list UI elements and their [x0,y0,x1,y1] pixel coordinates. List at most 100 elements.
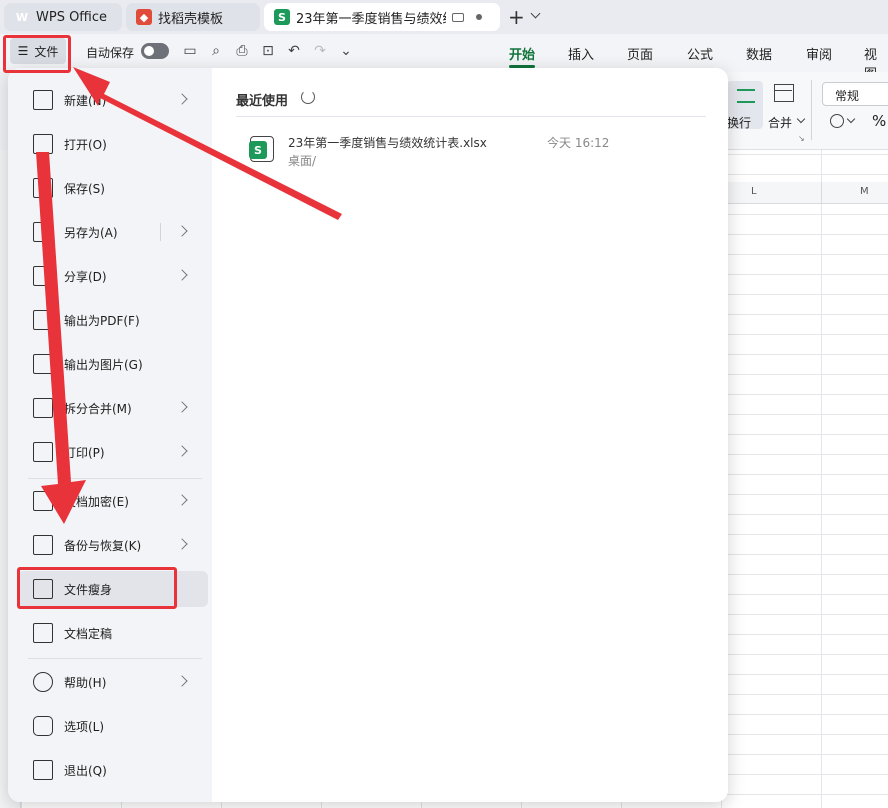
menu-item-label: 文档定稿 [64,627,113,641]
wrap-text-button[interactable]: 换行 [727,81,763,130]
export-icon[interactable]: ⌕ [207,42,225,60]
refresh-icon[interactable] [301,90,315,104]
menu-item-label: 备份与恢复(K) [64,539,142,553]
share-icon [33,266,53,286]
print-icon [33,442,53,462]
print-preview-icon[interactable]: ⊡ [259,42,277,60]
chevron-right-icon [176,675,188,687]
chevron-right-icon[interactable] [176,225,188,237]
exit-icon [33,760,53,780]
tab-document[interactable]: S 23年第一季度销售与绩效统计 [264,3,500,31]
spreadsheet-file-icon: S [249,136,274,162]
recent-title: 最近使用 [236,94,289,109]
menu-item-exit[interactable]: 退出(Q) [18,752,208,788]
menu-item-label: 拆分合并(M) [64,402,132,416]
ribbon-tab-review[interactable]: 审阅 [806,44,832,63]
currency-icon[interactable] [830,114,844,128]
chevron-right-icon [176,401,188,413]
options-icon [33,716,53,736]
recent-file-item[interactable]: S 23年第一季度销售与绩效统计表.xlsx 桌面/ 今天 16:12 [246,128,706,174]
split-merge-icon [33,398,53,418]
menu-item-label: 分享(D) [64,270,107,284]
menu-item-save[interactable]: 保存(S) [18,170,208,206]
recent-divider [236,116,706,117]
save-icon[interactable]: ▭ [181,42,199,60]
chevron-right-icon [176,538,188,550]
redo-icon[interactable]: ↷ [311,42,329,60]
save-icon [33,178,53,198]
menu-item-print[interactable]: 打印(P) [18,434,208,470]
undo-icon[interactable]: ↶ [285,42,303,60]
help-icon [33,672,53,692]
wrap-text-label: 换行 [727,116,752,130]
merge-label[interactable]: 合并 [768,114,792,131]
unsaved-dot-icon[interactable] [476,14,482,20]
wps-logo-icon: W [15,10,29,24]
ribbon-tab-page[interactable]: 页面 [627,44,653,63]
column-header-m[interactable]: M [860,186,869,197]
menu-item-share[interactable]: 分享(D) [18,258,208,294]
print-icon[interactable]: ⎙ [233,42,251,60]
menu-item-split-merge[interactable]: 拆分合并(M) [18,390,208,426]
export-pdf-icon [33,310,53,330]
menu-item-save-as[interactable]: 另存为(A) [18,214,208,250]
menu-lines-icon: ☰ [17,44,29,58]
file-menu-button[interactable]: ☰ 文件 [10,38,66,64]
daoke-icon: ◆ [136,9,152,25]
menu-item-finalize[interactable]: 文档定稿 [18,615,208,651]
menu-item-label: 输出为图片(G) [64,358,143,372]
tab-daoke-templates[interactable]: ◆ 找稻壳模板 [126,3,260,31]
encrypt-icon [33,491,53,511]
ribbon-divider [811,80,812,140]
chevron-right-icon [176,445,188,457]
file-button-label: 文件 [34,44,59,59]
recent-file-name: 23年第一季度销售与绩效统计表.xlsx [288,136,487,150]
autosave-label: 自动保存 [86,46,135,60]
tab-wps-office[interactable]: W WPS Office [4,3,122,31]
menu-item-help[interactable]: 帮助(H) [18,664,208,700]
menu-item-label: 文件瘦身 [64,583,113,597]
file-menu-panel: 新建(N) 打开(O) 保存(S) 另存为(A) 分享(D) 输出为PDF(F) [8,68,728,802]
column-header-l[interactable]: L [751,186,757,197]
menu-divider [28,658,202,659]
file-menu-list: 新建(N) 打开(O) 保存(S) 另存为(A) 分享(D) 输出为PDF(F) [8,68,212,802]
menu-item-new[interactable]: 新建(N) [18,82,208,118]
menu-item-label: 打印(P) [64,446,105,460]
menu-item-encrypt[interactable]: 文档加密(E) [18,483,208,519]
chevron-down-icon[interactable] [530,8,541,19]
ribbon-tab-data[interactable]: 数据 [746,44,772,63]
ribbon-tab-home[interactable]: 开始 [509,44,535,63]
number-format-select[interactable]: 常规 [822,82,888,106]
currency-chevron-down-icon[interactable] [846,114,856,124]
merge-cells-icon[interactable] [774,84,794,102]
merge-chevron-down-icon[interactable] [796,114,806,124]
tab-label: 找稻壳模板 [158,11,224,27]
menu-item-divider [160,223,161,241]
new-tab-plus-icon[interactable]: + [508,5,525,29]
ribbon-tab-insert[interactable]: 插入 [568,44,594,63]
menu-divider [28,478,202,479]
menu-item-label: 输出为PDF(F) [64,314,140,328]
menu-item-export-pdf[interactable]: 输出为PDF(F) [18,302,208,338]
menu-item-export-image[interactable]: 输出为图片(G) [18,346,208,382]
export-image-icon [33,354,53,374]
percent-button[interactable]: % [872,112,886,130]
recent-file-time: 今天 16:12 [547,136,610,150]
menu-item-label: 退出(Q) [64,764,107,778]
chevron-right-icon [176,494,188,506]
menu-item-label: 帮助(H) [64,676,107,690]
spreadsheet-s-icon: S [249,141,267,159]
column-divider [821,182,822,204]
wrap-text-icon [737,89,755,103]
ribbon-tab-formula[interactable]: 公式 [687,44,713,63]
monitor-icon[interactable] [452,12,464,22]
more-chevron-down-icon[interactable]: ⌄ [337,42,355,60]
dialog-launcher-icon[interactable]: ↘ [798,134,805,143]
menu-item-open[interactable]: 打开(O) [18,126,208,162]
menu-item-label: 打开(O) [64,138,107,152]
menu-item-file-slim[interactable]: 文件瘦身 [18,571,208,607]
menu-item-options[interactable]: 选项(L) [18,708,208,744]
menu-item-backup-restore[interactable]: 备份与恢复(K) [18,527,208,563]
autosave-toggle[interactable] [141,43,169,59]
quick-toolbar: ☰ 文件 自动保存 ▭ ⌕ ⎙ ⊡ ↶ ↷ ⌄ 开始 插入 页面 公式 数据 审… [0,34,888,82]
